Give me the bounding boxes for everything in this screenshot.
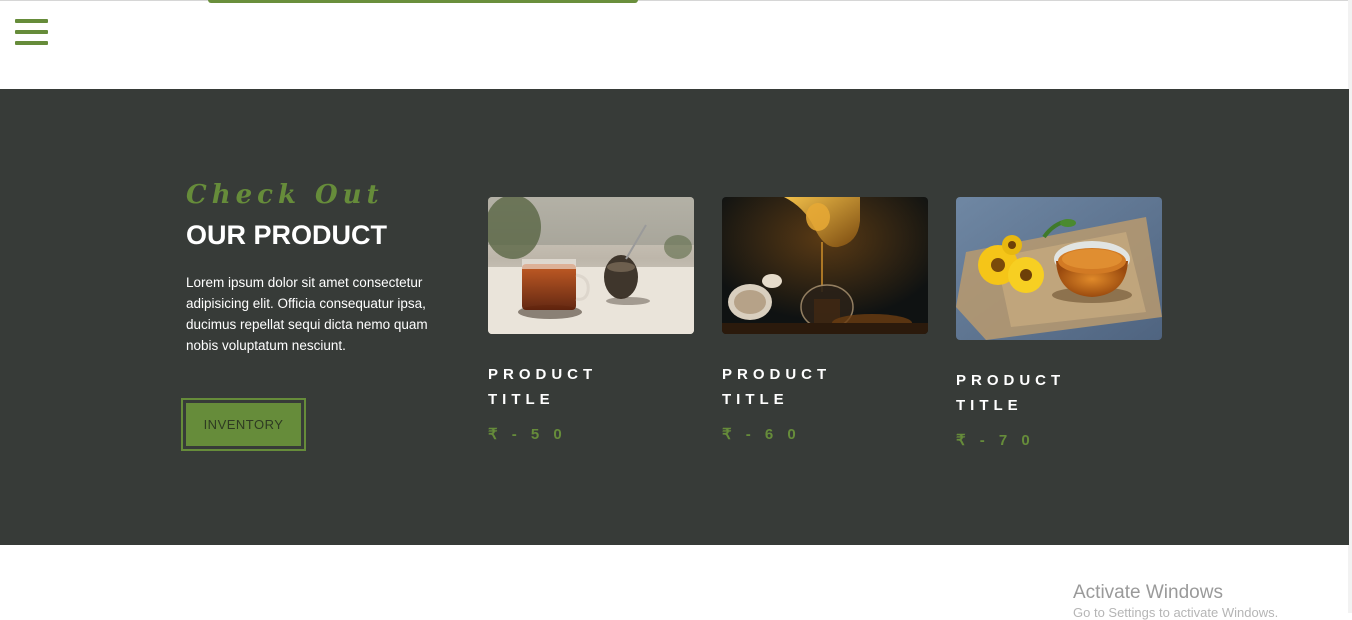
product-title[interactable]: PRODUCT TITLE [956, 368, 1096, 418]
header-accent-line [208, 0, 638, 3]
product-title[interactable]: PRODUCT TITLE [722, 362, 862, 412]
hamburger-menu-icon[interactable] [15, 19, 48, 48]
product-image-3 [956, 197, 1162, 340]
hamburger-bar [15, 19, 48, 23]
hamburger-bar [15, 41, 48, 45]
product-card[interactable]: PRODUCT TITLE ₹ - 6 0 [722, 197, 928, 443]
product-card[interactable]: PRODUCT TITLE ₹ - 7 0 [956, 197, 1162, 449]
activate-windows-watermark: Activate Windows [1073, 582, 1223, 603]
inventory-button[interactable]: INVENTORY [186, 403, 301, 446]
tea-glass-window-photo[interactable] [488, 197, 694, 334]
product-price: ₹ - 6 0 [722, 426, 801, 443]
tea-cup-flowers-photo[interactable] [956, 197, 1162, 340]
section-eyebrow: Check Out [186, 180, 384, 210]
tea-pouring-kettle-photo[interactable] [722, 197, 928, 334]
product-image-2 [722, 197, 928, 334]
hamburger-bar [15, 30, 48, 34]
section-description: Lorem ipsum dolor sit amet consectetur a… [186, 275, 428, 353]
inventory-button-frame[interactable]: INVENTORY [181, 398, 306, 451]
product-image-1 [488, 197, 694, 334]
product-price: ₹ - 5 0 [488, 426, 567, 443]
product-card[interactable]: PRODUCT TITLE ₹ - 5 0 [488, 197, 694, 443]
product-section: Check Out OUR PRODUCT Lorem ipsum dolor … [0, 89, 1349, 545]
page-top-border [0, 0, 1352, 1]
product-intro: Check Out OUR PRODUCT Lorem ipsum dolor … [186, 179, 446, 356]
product-title[interactable]: PRODUCT TITLE [488, 362, 628, 412]
section-title: OUR PRODUCT [186, 220, 387, 250]
product-price: ₹ - 7 0 [956, 432, 1035, 449]
